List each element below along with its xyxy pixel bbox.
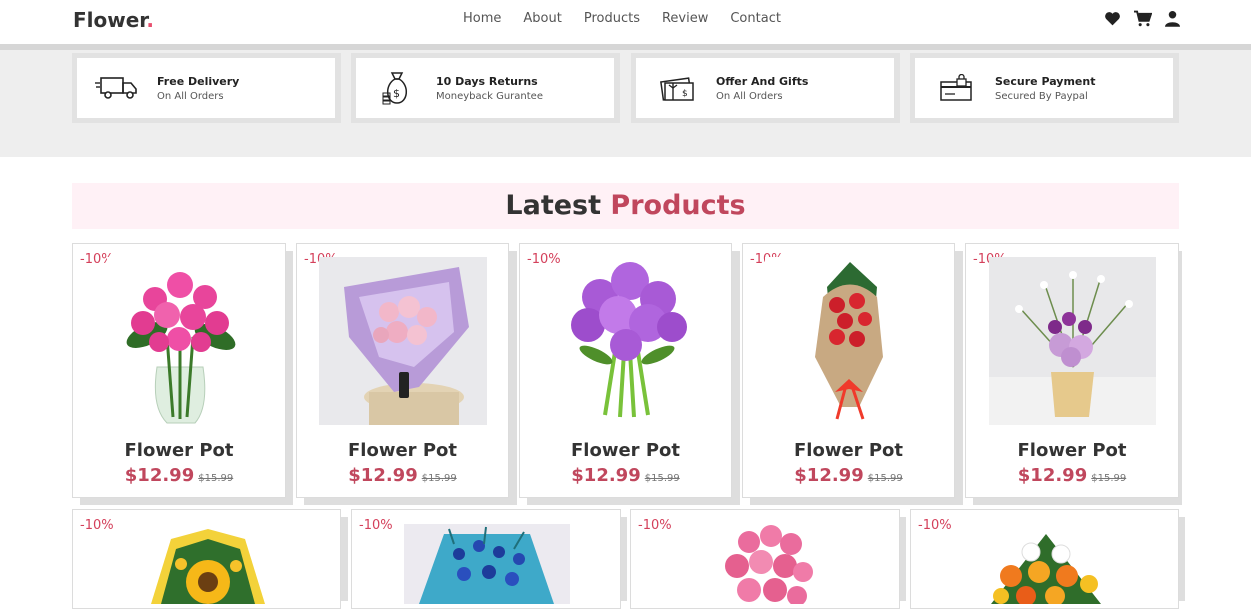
truck-icon xyxy=(95,70,141,106)
features-band: Free Delivery On All Orders $ 10 Days Ret… xyxy=(0,50,1251,157)
product-image[interactable] xyxy=(989,257,1156,425)
feature-subtitle: Secured By Paypal xyxy=(995,90,1088,102)
product-price: $12.99 $15.99 xyxy=(73,465,285,486)
current-price: $12.99 xyxy=(571,465,641,486)
product-price: $12.99 $15.99 xyxy=(966,465,1178,486)
product-card[interactable]: -10% xyxy=(910,509,1179,609)
product-card[interactable]: -10% xyxy=(351,509,621,609)
old-price: $15.99 xyxy=(1091,473,1127,484)
product-card[interactable]: -10% xyxy=(630,509,900,609)
feature-title: Free Delivery xyxy=(157,74,240,88)
old-price: $15.99 xyxy=(421,473,457,484)
header-icons xyxy=(1103,10,1182,27)
current-price: $12.99 xyxy=(348,465,418,486)
feature-title: Offer And Gifts xyxy=(716,74,809,88)
discount-badge: -10% xyxy=(80,518,114,533)
product-price: $12.99 $15.99 xyxy=(743,465,954,486)
nav-review[interactable]: Review xyxy=(662,11,708,26)
product-price: $12.99 $15.99 xyxy=(297,465,508,486)
product-card[interactable]: -10% xyxy=(72,509,341,609)
product-card[interactable]: -10% Flower Pot $12.99$15.99 xyxy=(296,243,509,498)
product-image[interactable] xyxy=(971,524,1121,604)
main-nav: Home About Products Review Contact xyxy=(463,11,781,26)
feature-returns: $ 10 Days Returns Moneyback Gurantee xyxy=(351,53,620,123)
feature-subtitle: Moneyback Gurantee xyxy=(436,90,543,102)
feature-title: Secure Payment xyxy=(995,74,1096,88)
product-image[interactable] xyxy=(319,257,487,425)
nav-about[interactable]: About xyxy=(523,11,561,26)
current-price: $12.99 xyxy=(794,465,864,486)
product-image[interactable] xyxy=(404,524,570,604)
product-card[interactable]: -10% Flower Pot $12.99$15.99 xyxy=(742,243,955,498)
current-price: $12.99 xyxy=(124,465,195,486)
feature-subtitle: On All Orders xyxy=(716,90,783,102)
product-card[interactable]: -10% Flower Pot $12.99$15.99 xyxy=(519,243,732,498)
card-lock-icon xyxy=(933,70,979,106)
logo-text: Flower xyxy=(73,8,147,32)
logo[interactable]: Flower. xyxy=(73,8,154,32)
discount-badge: -10% xyxy=(638,518,672,533)
heading-accent: Products xyxy=(610,190,746,221)
section-heading: Latest Products xyxy=(72,183,1179,229)
gift-card-icon: $ xyxy=(654,70,700,106)
product-image[interactable] xyxy=(141,524,275,604)
money-bag-icon: $ xyxy=(374,70,420,106)
product-price: $12.99 $15.99 xyxy=(520,465,731,486)
product-image[interactable] xyxy=(560,257,693,425)
heading-main: Latest xyxy=(505,190,602,221)
cart-icon[interactable] xyxy=(1133,10,1152,27)
discount-badge: -10% xyxy=(359,518,393,533)
discount-badge: -10% xyxy=(918,518,952,533)
old-price: $15.99 xyxy=(198,473,234,484)
feature-subtitle: On All Orders xyxy=(157,90,224,102)
product-card[interactable]: -10% Flower Pot $12.99$15.99 xyxy=(965,243,1179,498)
product-image[interactable] xyxy=(765,257,933,425)
nav-contact[interactable]: Contact xyxy=(730,11,781,26)
heart-icon[interactable] xyxy=(1103,10,1122,27)
product-name: Flower Pot xyxy=(124,440,234,461)
discount-badge: -10% xyxy=(527,252,561,267)
old-price: $15.99 xyxy=(644,473,680,484)
nav-products[interactable]: Products xyxy=(584,11,640,26)
product-image[interactable] xyxy=(107,257,253,425)
product-name: Flower Pot xyxy=(1017,440,1127,461)
product-name: Flower Pot xyxy=(348,440,457,461)
feature-offer-gifts: $ Offer And Gifts On All Orders xyxy=(631,53,900,123)
product-name: Flower Pot xyxy=(794,440,903,461)
product-name: Flower Pot xyxy=(571,440,680,461)
svg-text:$: $ xyxy=(682,89,688,99)
product-image[interactable] xyxy=(699,524,833,604)
feature-free-delivery: Free Delivery On All Orders xyxy=(72,53,341,123)
svg-text:$: $ xyxy=(393,87,400,100)
feature-secure-payment: Secure Payment Secured By Paypal xyxy=(910,53,1179,123)
user-icon[interactable] xyxy=(1163,10,1182,27)
feature-title: 10 Days Returns xyxy=(436,74,538,88)
old-price: $15.99 xyxy=(867,473,903,484)
site-header: Flower. Home About Products Review Conta… xyxy=(0,0,1251,44)
product-card[interactable]: -10% Flower Pot $12.99$15.99 xyxy=(72,243,286,498)
current-price: $12.99 xyxy=(1017,465,1088,486)
nav-home[interactable]: Home xyxy=(463,11,501,26)
logo-dot: . xyxy=(146,8,154,32)
